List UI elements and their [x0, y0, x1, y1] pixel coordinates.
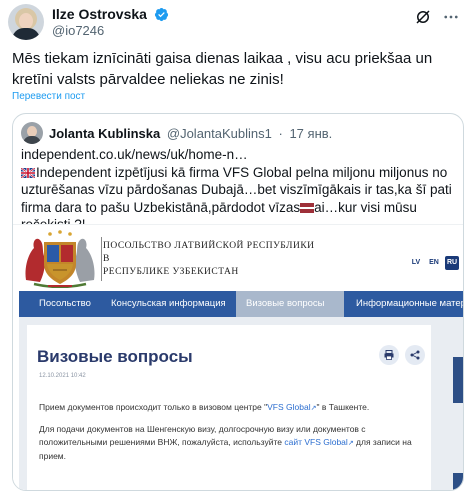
translate-post-link[interactable]: Перевести пост — [12, 91, 85, 102]
quote-author-handle: @JolantaKublins1 — [166, 126, 272, 141]
embassy-name-line1: ПОСОЛЬСТВО ЛАТВИЙСКОЙ РЕСПУБЛИКИ — [103, 241, 315, 251]
p1-text-after: " в Ташкенте. — [316, 402, 370, 412]
latvia-flag-icon — [300, 202, 315, 213]
p1-text-before: Прием документов происходит только в виз… — [39, 402, 268, 412]
language-switcher: LV EN RU — [405, 251, 459, 270]
content-card: Визовые вопросы 12.10.2021 10:42 Прием д… — [27, 325, 431, 490]
quote-author-avatar — [21, 122, 43, 144]
vfs-global-link-2: сайт VFS Global — [284, 436, 348, 447]
tweet-text: Mēs tiekam iznīcināti gaisa dienas laika… — [12, 50, 433, 88]
side-decoration-2 — [453, 473, 463, 490]
print-icon — [379, 345, 399, 365]
quoted-tweet[interactable]: Jolanta Kublinska @JolantaKublins1 · 17 … — [12, 113, 464, 491]
author-name-text[interactable]: Ilze Ostrovska — [52, 6, 147, 22]
quote-text: independent.co.uk/news/uk/home-n… Indepe… — [21, 146, 457, 234]
quote-separator: · — [278, 126, 283, 141]
quote-header: Jolanta Kublinska @JolantaKublins1 · 17 … — [49, 126, 332, 142]
embassy-nav: Посольство Консульская информация Визовы… — [19, 291, 463, 317]
nav-item-visa: Визовые вопросы — [236, 291, 344, 317]
latvia-coat-of-arms-icon — [25, 230, 95, 288]
lang-ru: RU — [445, 256, 459, 270]
author-avatar[interactable] — [8, 4, 44, 40]
share-icon — [405, 345, 425, 365]
embassy-divider — [101, 237, 102, 281]
content-paragraph-1: Прием документов происходит только в виз… — [39, 401, 423, 415]
content-paragraph-2: Для подачи документов на Шенгенскую визу… — [39, 423, 423, 463]
uk-flag-icon — [21, 167, 35, 178]
page-date: 12.10.2021 10:42 — [39, 373, 86, 379]
verified-badge-icon — [154, 7, 168, 22]
quote-date: 17 янв. — [289, 126, 333, 141]
author-name[interactable]: Ilze Ostrovska — [52, 6, 169, 22]
side-decoration — [453, 357, 463, 403]
grok-icon[interactable] — [414, 8, 432, 26]
embassy-name-line3: РЕСПУБЛИКЕ УЗБЕКИСТАН — [103, 267, 239, 277]
more-options-icon[interactable] — [442, 8, 460, 26]
embassy-name-line2: В — [103, 254, 110, 264]
quote-author-name: Jolanta Kublinska — [49, 126, 161, 141]
lang-en: EN — [429, 259, 439, 266]
nav-item-consular: Консульская информация — [111, 298, 226, 309]
page-title: Визовые вопросы — [37, 347, 193, 366]
quote-body: Independent izpētījusi kā firma VFS Glob… — [21, 164, 457, 234]
vfs-global-link-1: VFS Global — [267, 402, 311, 412]
nav-item-info: Информационные материа — [356, 298, 463, 309]
embassy-site-image: ПОСОЛЬСТВО ЛАТВИЙСКОЙ РЕСПУБЛИКИ В РЕСПУ… — [13, 224, 463, 490]
tweet-header: Ilze Ostrovska @io7246 — [8, 4, 464, 40]
quote-url: independent.co.uk/news/uk/home-n… — [21, 147, 248, 162]
lang-lv: LV — [411, 259, 421, 266]
nav-item-embassy: Посольство — [39, 298, 91, 309]
author-handle[interactable]: @io7246 — [52, 23, 104, 39]
